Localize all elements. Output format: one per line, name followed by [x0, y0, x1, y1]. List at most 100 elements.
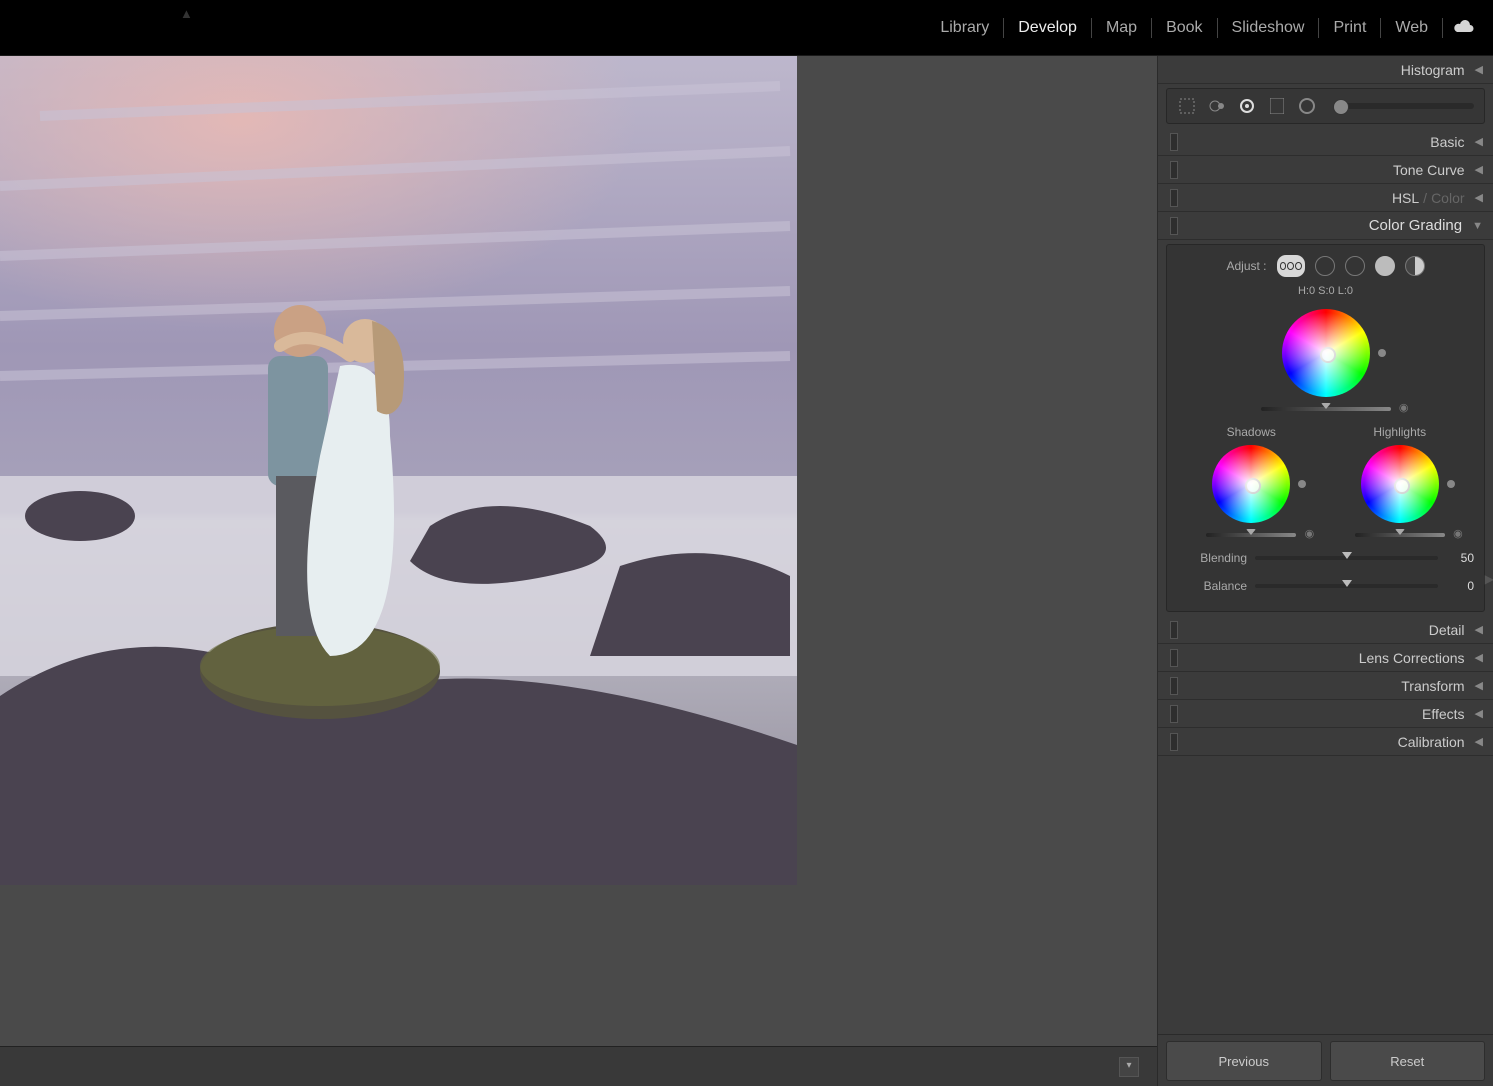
filmstrip-filter-dropdown[interactable]: ▾ — [1119, 1057, 1139, 1077]
color-grading-body: Adjust : H:0 S:0 L:0 ◉ — [1166, 244, 1485, 612]
adjust-label: Adjust : — [1226, 259, 1266, 273]
wheel-handle[interactable] — [1394, 478, 1410, 494]
hsl-readout: H:0 S:0 L:0 — [1177, 285, 1474, 297]
wheel-handle[interactable] — [1320, 347, 1336, 363]
panel-title: Calibration — [1398, 734, 1465, 750]
local-adjust-toolstrip — [1166, 88, 1485, 124]
filmstrip-bar: ▾ — [0, 1046, 1157, 1086]
adjust-shadows-icon[interactable] — [1315, 256, 1335, 276]
balance-slider[interactable] — [1255, 584, 1438, 588]
module-tab-develop[interactable]: Develop — [1004, 0, 1091, 55]
main-photo[interactable] — [0, 56, 797, 885]
panel-hsl-color[interactable]: HSL / Color ◀ — [1158, 184, 1493, 212]
shadows-color-wheel[interactable] — [1212, 445, 1290, 523]
redeye-tool-icon[interactable] — [1237, 96, 1257, 116]
collapse-icon: ◀ — [1475, 735, 1483, 748]
eye-icon[interactable]: ◉ — [1305, 527, 1315, 540]
panel-switch[interactable] — [1170, 161, 1178, 179]
right-bottom-buttons: Previous Reset — [1158, 1034, 1493, 1086]
panel-detail[interactable]: Detail ◀ — [1158, 616, 1493, 644]
panel-switch[interactable] — [1170, 677, 1178, 695]
module-tab-book[interactable]: Book — [1152, 0, 1216, 55]
panel-title: Detail — [1429, 622, 1465, 638]
collapse-icon: ◀ — [1475, 623, 1483, 636]
eye-icon[interactable]: ◉ — [1399, 401, 1409, 414]
midtones-luminance-slider[interactable]: ◉ — [1261, 407, 1391, 411]
reset-button[interactable]: Reset — [1330, 1041, 1486, 1081]
collapse-icon: ◀ — [1475, 135, 1483, 148]
panel-lens-corrections[interactable]: Lens Corrections ◀ — [1158, 644, 1493, 672]
panel-title: Effects — [1422, 706, 1465, 722]
luminance-handle[interactable] — [1378, 349, 1386, 357]
panel-switch[interactable] — [1170, 705, 1178, 723]
panel-switch[interactable] — [1170, 189, 1178, 207]
highlights-label: Highlights — [1373, 425, 1426, 439]
graduated-filter-icon[interactable] — [1267, 96, 1287, 116]
module-tab-slideshow[interactable]: Slideshow — [1218, 0, 1319, 55]
panel-switch[interactable] — [1170, 621, 1178, 639]
shadows-luminance-slider[interactable]: ◉ — [1206, 533, 1296, 537]
previous-button[interactable]: Previous — [1166, 1041, 1322, 1081]
panel-title: Color Grading — [1369, 217, 1462, 234]
adjust-3way-icon[interactable] — [1277, 255, 1305, 277]
shadows-label: Shadows — [1227, 425, 1276, 439]
balance-row: Balance 0 — [1177, 579, 1474, 593]
wheel-handle[interactable] — [1245, 478, 1261, 494]
panel-transform[interactable]: Transform ◀ — [1158, 672, 1493, 700]
radial-filter-icon[interactable] — [1297, 96, 1317, 116]
luminance-handle[interactable] — [1298, 480, 1306, 488]
collapse-icon: ◀ — [1475, 163, 1483, 176]
panel-histogram[interactable]: Histogram ◀ — [1158, 56, 1493, 84]
blending-label: Blending — [1177, 551, 1255, 565]
blending-value[interactable]: 50 — [1438, 551, 1474, 565]
panel-tone-curve[interactable]: Tone Curve ◀ — [1158, 156, 1493, 184]
module-picker-bar: LibraryDevelopMapBookSlideshowPrintWeb — [0, 0, 1493, 56]
collapse-icon: ◀ — [1475, 63, 1483, 76]
panel-basic[interactable]: Basic ◀ — [1158, 128, 1493, 156]
panel-switch[interactable] — [1170, 217, 1178, 235]
right-panel-toggle[interactable]: ▶ — [1485, 572, 1493, 586]
module-tab-library[interactable]: Library — [926, 0, 1003, 55]
midtones-color-wheel[interactable] — [1282, 309, 1370, 397]
canvas-area: ▾ — [0, 56, 1157, 1086]
highlights-luminance-slider[interactable]: ◉ — [1355, 533, 1445, 537]
module-tab-web[interactable]: Web — [1381, 0, 1442, 55]
panel-switch[interactable] — [1170, 133, 1178, 151]
brush-size-slider[interactable] — [1333, 103, 1474, 109]
adjust-mode-row: Adjust : — [1177, 255, 1474, 277]
panel-switch[interactable] — [1170, 733, 1178, 751]
balance-label: Balance — [1177, 579, 1255, 593]
crop-tool-icon[interactable] — [1177, 96, 1197, 116]
highlights-color-wheel[interactable] — [1361, 445, 1439, 523]
luminance-handle[interactable] — [1447, 480, 1455, 488]
module-separator — [1442, 18, 1443, 38]
panel-switch[interactable] — [1170, 649, 1178, 667]
develop-right-panel: ▶ Histogram ◀ Basic ◀ Tone Curve ◀ — [1157, 56, 1493, 1086]
collapse-icon: ▼ — [1472, 220, 1483, 232]
balance-value[interactable]: 0 — [1438, 579, 1474, 593]
collapse-icon: ◀ — [1475, 707, 1483, 720]
panel-title: HSL / Color — [1392, 190, 1465, 206]
cloud-sync-icon[interactable] — [1453, 18, 1475, 37]
photo-placeholder — [0, 56, 797, 885]
eye-icon[interactable]: ◉ — [1453, 527, 1463, 540]
module-tab-print[interactable]: Print — [1319, 0, 1380, 55]
panel-title: Lens Corrections — [1359, 650, 1465, 666]
blending-slider[interactable] — [1255, 556, 1438, 560]
module-tab-map[interactable]: Map — [1092, 0, 1151, 55]
collapse-icon: ◀ — [1475, 191, 1483, 204]
panel-color-grading[interactable]: Color Grading ▼ — [1158, 212, 1493, 240]
adjust-highlights-icon[interactable] — [1375, 256, 1395, 276]
module-tabs: LibraryDevelopMapBookSlideshowPrintWeb — [926, 0, 1443, 55]
top-panel-toggle[interactable]: ▲ — [180, 6, 193, 21]
panel-title: Transform — [1401, 678, 1464, 694]
collapse-icon: ◀ — [1475, 679, 1483, 692]
panel-title: Basic — [1430, 134, 1464, 150]
collapse-icon: ◀ — [1475, 651, 1483, 664]
spot-removal-icon[interactable] — [1207, 96, 1227, 116]
panel-calibration[interactable]: Calibration ◀ — [1158, 728, 1493, 756]
adjust-global-icon[interactable] — [1405, 256, 1425, 276]
adjust-midtones-icon[interactable] — [1345, 256, 1365, 276]
panel-title: Tone Curve — [1393, 162, 1465, 178]
panel-effects[interactable]: Effects ◀ — [1158, 700, 1493, 728]
